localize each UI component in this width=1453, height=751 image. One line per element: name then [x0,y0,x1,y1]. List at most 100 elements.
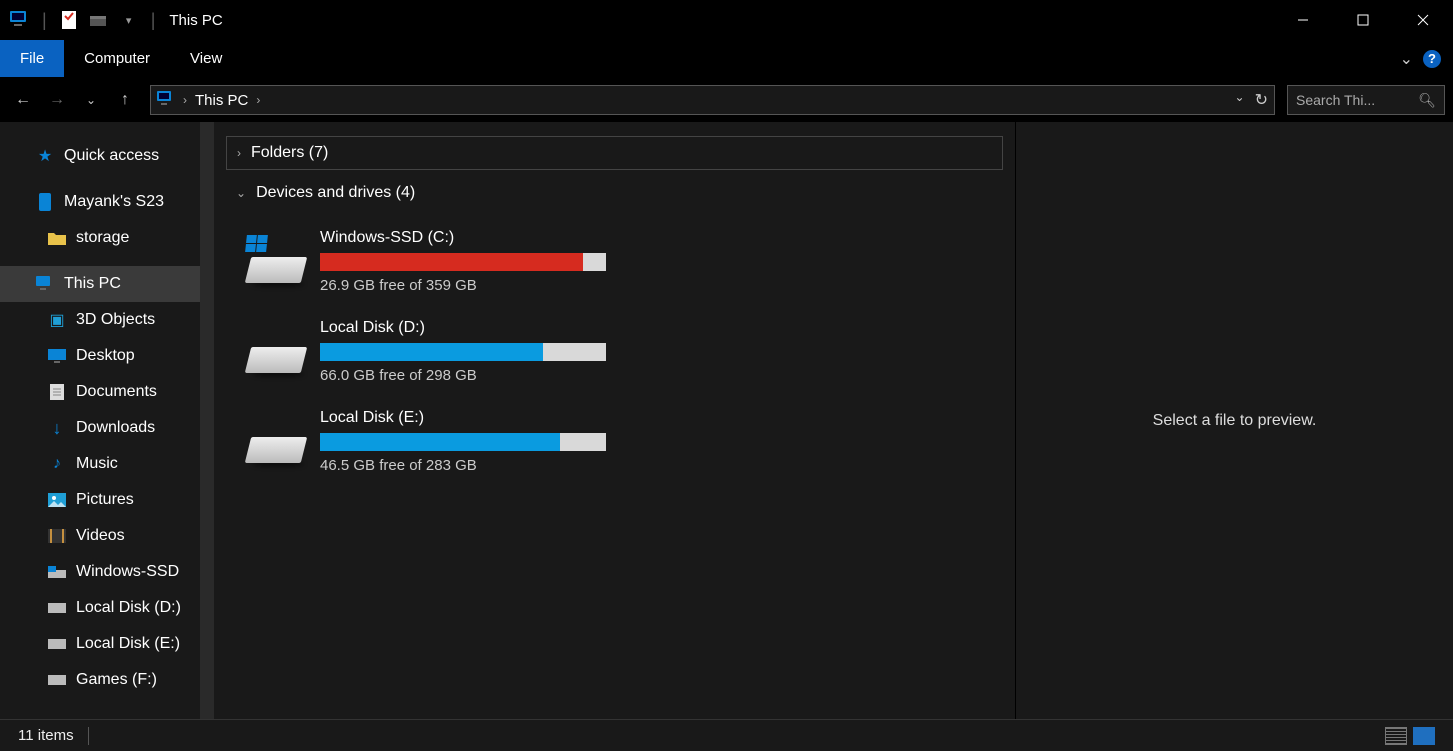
sidebar-item-label: Local Disk (D:) [76,599,181,617]
sidebar-item-local-disk-d[interactable]: Local Disk (D:) [0,590,214,626]
search-input[interactable]: Search Thi... 🔍︎ [1287,85,1445,115]
sidebar-item-label: Mayank's S23 [64,193,164,211]
this-pc-icon [36,275,54,293]
close-button[interactable] [1393,0,1453,40]
sidebar-item-this-pc[interactable]: This PC [0,266,214,302]
sidebar-item-documents[interactable]: Documents [0,374,214,410]
drive-name: Local Disk (D:) [320,319,606,337]
star-icon: ★ [36,147,54,165]
group-header-label: Devices and drives (4) [256,184,415,202]
desktop-icon [48,347,66,365]
sidebar-item-label: Windows-SSD [76,563,179,581]
sidebar-item-phone[interactable]: Mayank's S23 [0,184,214,220]
drive-name: Local Disk (E:) [320,409,606,427]
address-bar[interactable]: › This PC › ⌄ ↻ [150,85,1275,115]
drive-item[interactable]: Windows-SSD (C:) 26.9 GB free of 359 GB [226,216,606,306]
up-button[interactable]: ↑ [110,85,140,115]
separator: | [151,10,156,31]
recent-locations-button[interactable]: ⌄ [76,85,106,115]
group-drives[interactable]: ⌄ Devices and drives (4) [226,176,1003,210]
qat-drive-icon[interactable] [87,8,111,32]
help-icon[interactable]: ? [1423,50,1441,68]
scroll-up-icon[interactable]: ▲ [202,126,212,137]
drive-icon [248,419,302,463]
drive-icon [248,329,302,373]
qat-dropdown-icon[interactable]: ▾ [117,8,141,32]
sidebar-item-pictures[interactable]: Pictures [0,482,214,518]
status-bar: 11 items [0,719,1453,751]
drive-icon [48,671,66,689]
sidebar-item-label: Local Disk (E:) [76,635,180,653]
sidebar-item-storage[interactable]: storage [0,220,214,256]
drive-stats: 66.0 GB free of 298 GB [320,367,606,384]
sidebar-item-label: storage [76,229,129,247]
search-icon: 🔍︎ [1418,92,1436,109]
chevron-right-icon[interactable]: › [256,93,260,107]
separator [88,727,89,745]
drive-item[interactable]: Local Disk (E:) 46.5 GB free of 283 GB [226,396,606,486]
tiles-view-button[interactable] [1413,727,1435,745]
quick-access-toolbar: | ▾ | [0,8,159,32]
properties-icon[interactable] [57,8,81,32]
pictures-icon [48,491,66,509]
sidebar-item-label: Videos [76,527,125,545]
details-view-button[interactable] [1385,727,1407,745]
minimize-button[interactable] [1273,0,1333,40]
phone-icon [36,193,54,211]
group-folders[interactable]: › Folders (7) [226,136,1003,170]
title-bar: | ▾ | This PC [0,0,1453,40]
tab-computer[interactable]: Computer [64,40,170,77]
documents-icon [48,383,66,401]
sidebar-item-label: Desktop [76,347,135,365]
maximize-button[interactable] [1333,0,1393,40]
tab-view[interactable]: View [170,40,242,77]
sidebar-item-label: Documents [76,383,157,401]
drive-stats: 46.5 GB free of 283 GB [320,457,606,474]
this-pc-icon [157,91,175,109]
sidebar-item-label: This PC [64,275,121,293]
sidebar-item-quick-access[interactable]: ★ Quick access [0,138,214,174]
sidebar-item-local-disk-e[interactable]: Local Disk (E:) [0,626,214,662]
drive-item[interactable]: Local Disk (D:) 66.0 GB free of 298 GB [226,306,606,396]
sidebar-item-label: Games (F:) [76,671,157,689]
drive-usage-bar [320,433,606,451]
sidebar-item-videos[interactable]: Videos [0,518,214,554]
sidebar-item-3d-objects[interactable]: ▣ 3D Objects [0,302,214,338]
music-icon: ♪ [48,455,66,473]
window-title: This PC [169,12,222,29]
sidebar-item-label: Quick access [64,147,159,165]
3d-objects-icon: ▣ [48,311,66,329]
address-dropdown-icon[interactable]: ⌄ [1235,90,1245,110]
search-placeholder: Search Thi... [1296,92,1375,108]
this-pc-icon[interactable] [8,8,32,32]
sidebar-item-music[interactable]: ♪ Music [0,446,214,482]
preview-pane: Select a file to preview. [1015,122,1453,719]
sidebar-item-desktop[interactable]: Desktop [0,338,214,374]
breadcrumb-this-pc[interactable]: This PC [195,92,248,109]
forward-button[interactable]: → [42,85,72,115]
navigation-pane[interactable]: ▲ ★ Quick access Mayank's S23 storage Th… [0,122,214,719]
drive-icon [248,239,302,283]
sidebar-item-windows-ssd[interactable]: Windows-SSD [0,554,214,590]
navigation-row: ← → ⌄ ↑ › This PC › ⌄ ↻ Search Thi... 🔍︎ [0,78,1453,122]
back-button[interactable]: ← [8,85,38,115]
drive-name: Windows-SSD (C:) [320,229,606,247]
sidebar-item-label: 3D Objects [76,311,155,329]
content-pane[interactable]: › Folders (7) ⌄ Devices and drives (4) W… [214,122,1015,719]
folder-icon [48,229,66,247]
sidebar-item-games-f[interactable]: Games (F:) [0,662,214,698]
drive-icon [48,563,66,581]
drive-icon [48,635,66,653]
chevron-down-icon: ⌄ [236,186,246,200]
downloads-icon: ↓ [48,419,66,437]
chevron-right-icon: › [237,146,241,160]
drive-stats: 26.9 GB free of 359 GB [320,277,606,294]
preview-message: Select a file to preview. [1153,412,1317,430]
refresh-icon[interactable]: ↻ [1255,90,1268,110]
chevron-right-icon[interactable]: › [183,93,187,107]
sidebar-item-downloads[interactable]: ↓ Downloads [0,410,214,446]
ribbon-expand-icon[interactable]: ⌄ [1400,49,1413,69]
tab-file[interactable]: File [0,40,64,77]
scroll-down-icon[interactable]: ▼ [202,704,212,715]
drive-icon [48,599,66,617]
